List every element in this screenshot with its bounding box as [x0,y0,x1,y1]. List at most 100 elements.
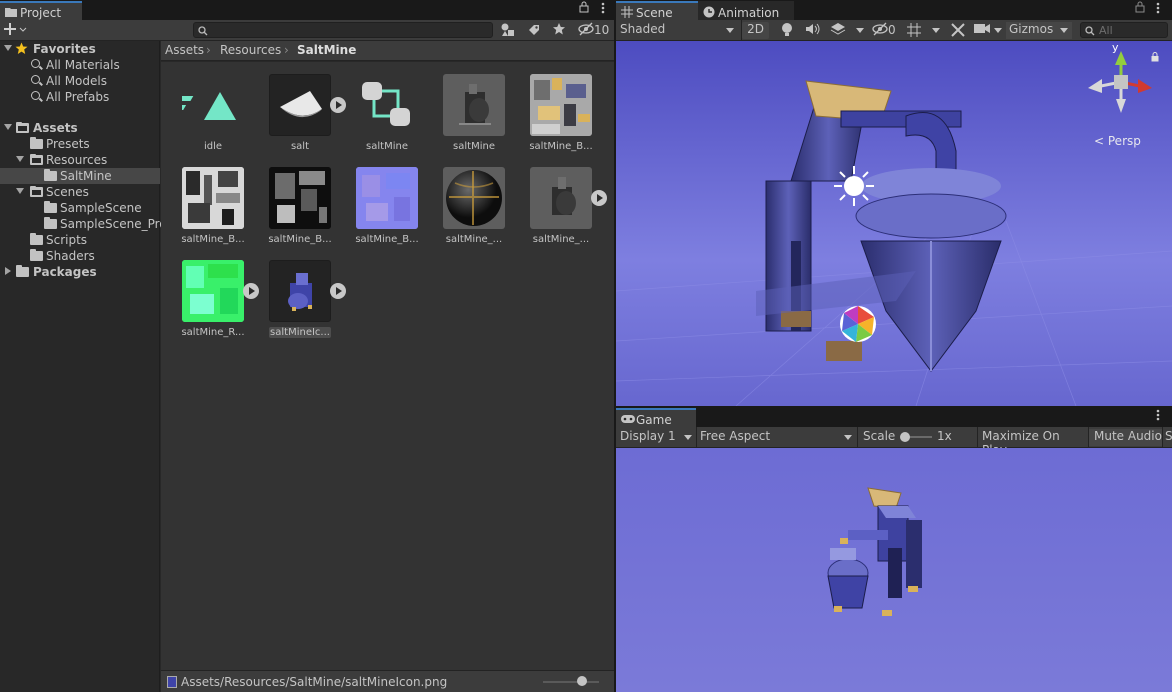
lighting-bulb-icon[interactable] [780,22,794,39]
chevron-right-icon: › [284,43,289,57]
orientation-gizmo[interactable]: y [1086,41,1156,117]
breadcrumb-saltmine[interactable]: SaltMine [297,43,356,57]
hidden-objects-toggle[interactable]: 0 [872,22,896,39]
thumbnail-size-slider[interactable] [543,681,599,683]
asset-saltmine-model[interactable]: saltMine [434,65,514,153]
asset-saltmine-controller[interactable]: saltMine [347,65,427,153]
scene-search-input[interactable]: All [1080,22,1168,38]
asset-saltmine-r[interactable]: saltMine_R... [173,251,259,339]
tree-label: Packages [33,265,97,279]
perspective-toggle[interactable]: < Persp [1094,134,1141,148]
tab-game[interactable]: Game [616,408,696,427]
tree-label: SampleScene_Pro [60,217,167,231]
tab-scene[interactable]: Scene [616,1,698,20]
hidden-packages-toggle[interactable]: 10 [578,22,609,39]
kebab-menu-icon[interactable] [1156,1,1160,19]
toggle-2d-button[interactable]: 2D [742,22,769,39]
collapse-arrow-icon[interactable] [5,267,11,275]
camera-dropdown[interactable] [974,22,1006,39]
favorites-star-icon[interactable] [552,22,566,39]
shading-mode-dropdown[interactable]: Shaded [620,22,738,39]
play-preview-icon[interactable] [243,283,259,299]
shading-mode-value: Shaded [620,22,666,36]
search-icon [31,75,40,84]
expand-arrow-icon[interactable] [4,124,12,130]
asset-saltmine-normal[interactable]: saltMine_B... [347,158,427,246]
expand-arrow-icon[interactable] [16,156,24,162]
scale-slider-knob[interactable] [900,432,910,442]
asset-label: saltMine_B... [529,141,593,152]
lock-icon[interactable] [579,1,589,17]
folder-icon [44,217,57,229]
create-button[interactable] [4,21,28,38]
asset-saltmine-material[interactable]: saltMine_... [434,158,514,246]
gizmo-lock-icon[interactable] [1151,51,1159,65]
tab-animation-label: Animation [718,6,780,20]
scene-search-placeholder: All [1099,24,1113,37]
thumbnail-size-knob[interactable] [577,676,588,686]
tab-project[interactable]: Project [0,1,82,20]
tree-all-materials[interactable]: All Materials [0,57,160,73]
lock-icon[interactable] [1135,1,1145,17]
breadcrumb-assets[interactable]: Assets [165,43,204,57]
play-preview-icon[interactable] [330,97,346,113]
breadcrumb-resources[interactable]: Resources [220,43,281,57]
folder-icon [30,137,43,149]
asset-idle[interactable]: idle [173,65,253,153]
tree-samplescene-pro[interactable]: SampleScene_Pro [0,216,167,232]
tree-favorites[interactable]: Favorites [0,41,160,57]
tree-all-prefabs[interactable]: All Prefabs [0,89,160,105]
selected-asset-path: Assets/Resources/SaltMine/saltMineIcon.p… [181,675,448,689]
asset-saltmine-b2[interactable]: saltMine_B... [260,158,340,246]
search-by-label-icon[interactable] [526,22,542,39]
play-preview-icon[interactable] [330,283,346,299]
tree-scenes[interactable]: Scenes [0,184,160,200]
display-dropdown[interactable]: Display 1 [620,429,696,446]
asset-salt[interactable]: salt [260,65,346,153]
hidden-objects-count: 0 [888,23,896,37]
grid-snap-dropdown[interactable] [906,22,944,39]
folder-icon [30,233,43,245]
search-icon [198,25,208,39]
gizmos-dropdown[interactable]: Gizmos [1006,22,1072,39]
tab-animation[interactable]: Animation [698,1,794,20]
tree-assets[interactable]: Assets [0,120,160,136]
audio-speaker-icon[interactable] [805,22,821,39]
tools-icon[interactable] [950,22,966,39]
aspect-dropdown[interactable]: Free Aspect [700,429,856,446]
tree-label: Favorites [33,42,96,56]
tree-shaders[interactable]: Shaders [0,248,160,264]
axis-y-label: y [1112,41,1119,54]
mute-audio-toggle[interactable]: Mute Audio [1089,429,1162,446]
asset-label: saltMine_... [445,234,503,245]
tree-label: Scripts [46,233,88,247]
tree-all-models[interactable]: All Models [0,73,160,89]
game-panel: Game Display 1 Free Aspect Scale 1x Maxi… [616,407,1172,692]
expand-arrow-icon[interactable] [16,188,24,194]
tree-resources[interactable]: Resources [0,152,160,168]
project-search-input[interactable] [193,22,493,38]
icon-sprite-preview [269,260,331,322]
asset-saltmine-prefab[interactable]: saltMine_... [521,158,607,246]
kebab-menu-icon[interactable] [1156,408,1160,426]
asset-saltmine-icon[interactable]: saltMineIc... [260,251,346,339]
stats-label: S [1165,429,1172,443]
tree-presets[interactable]: Presets [0,136,160,152]
asset-label: saltMineIc... [269,327,331,338]
tree-saltmine[interactable]: SaltMine [0,168,160,184]
tree-packages[interactable]: Packages [0,264,160,280]
scene-viewport[interactable]: y < Persp [616,41,1172,406]
game-viewport[interactable] [616,448,1172,692]
asset-saltmine-b1[interactable]: saltMine_B... [173,158,253,246]
search-by-type-icon[interactable] [500,22,516,39]
game-tabbar: Game [616,407,1172,427]
tree-samplescene[interactable]: SampleScene [0,200,160,216]
asset-saltmine-basecolor[interactable]: saltMine_B... [521,65,601,153]
kebab-menu-icon[interactable] [601,1,605,19]
stats-toggle[interactable]: S [1165,429,1172,446]
expand-arrow-icon[interactable] [4,45,12,51]
effects-dropdown[interactable] [830,22,870,39]
maximize-on-play-toggle[interactable]: Maximize On Play [978,429,1086,457]
play-preview-icon[interactable] [591,190,607,206]
tree-scripts[interactable]: Scripts [0,232,160,248]
